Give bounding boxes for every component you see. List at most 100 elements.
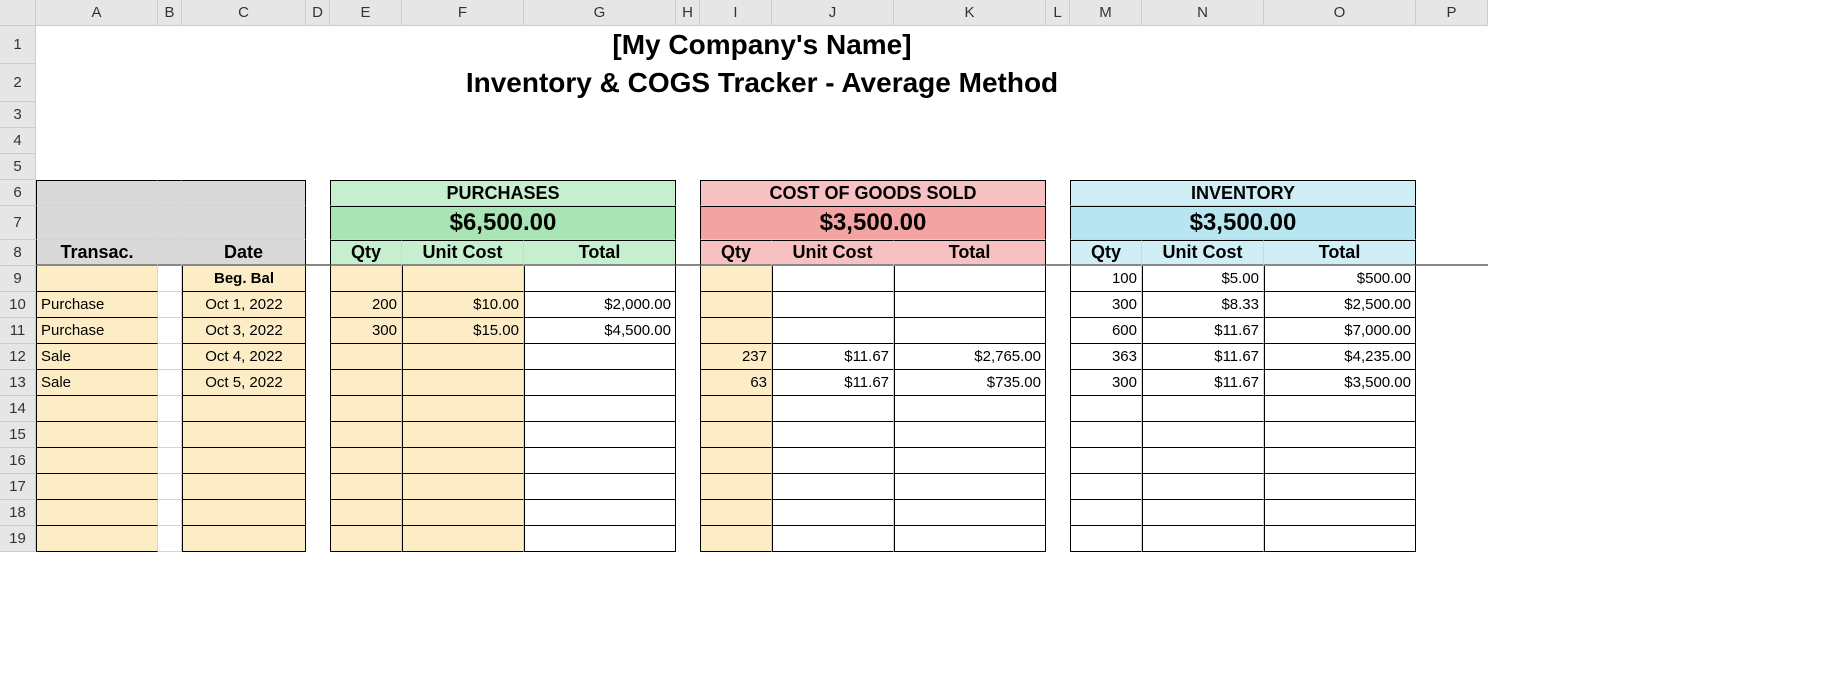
cell[interactable] (306, 266, 330, 292)
cell[interactable] (402, 474, 524, 500)
cell[interactable] (894, 474, 1046, 500)
col-D[interactable]: D (306, 0, 330, 26)
cell[interactable] (36, 422, 158, 448)
cell[interactable] (772, 422, 894, 448)
cell[interactable] (1046, 422, 1070, 448)
c-uc[interactable] (772, 266, 894, 292)
p-qty[interactable]: 200 (330, 292, 402, 318)
col-E[interactable]: E (330, 0, 402, 26)
cell[interactable] (1046, 500, 1070, 526)
cell[interactable] (676, 448, 700, 474)
p-tot[interactable] (524, 370, 676, 396)
date-cell[interactable]: Oct 1, 2022 (182, 292, 306, 318)
cell[interactable] (158, 370, 182, 396)
row-10[interactable]: 10 (0, 292, 36, 318)
i-uc[interactable]: $5.00 (1142, 266, 1264, 292)
p-uc[interactable] (402, 370, 524, 396)
cell[interactable] (306, 474, 330, 500)
cell[interactable] (402, 422, 524, 448)
cell[interactable] (1046, 180, 1070, 206)
cell[interactable] (894, 500, 1046, 526)
cell[interactable] (158, 448, 182, 474)
col-O[interactable]: O (1264, 0, 1416, 26)
cell[interactable] (306, 500, 330, 526)
col-A[interactable]: A (36, 0, 158, 26)
cell[interactable] (1416, 318, 1488, 344)
cell[interactable] (182, 206, 306, 240)
cell[interactable] (1264, 448, 1416, 474)
cell[interactable] (306, 206, 330, 240)
cell[interactable] (1416, 292, 1488, 318)
col-M[interactable]: M (1070, 0, 1142, 26)
cell[interactable] (1416, 448, 1488, 474)
date-cell[interactable]: Oct 5, 2022 (182, 370, 306, 396)
cell[interactable] (772, 526, 894, 552)
cell[interactable] (1046, 292, 1070, 318)
cell[interactable] (1416, 370, 1488, 396)
i-tot[interactable]: $500.00 (1264, 266, 1416, 292)
cell[interactable] (676, 206, 700, 240)
p-uc[interactable] (402, 266, 524, 292)
cell[interactable] (306, 180, 330, 206)
transac-cell[interactable]: Sale (36, 370, 158, 396)
cell[interactable] (676, 292, 700, 318)
transac-cell[interactable] (36, 266, 158, 292)
cell[interactable] (402, 396, 524, 422)
cell[interactable] (158, 318, 182, 344)
cell[interactable] (676, 266, 700, 292)
i-uc[interactable]: $11.67 (1142, 344, 1264, 370)
cell[interactable] (1264, 422, 1416, 448)
cell[interactable] (330, 448, 402, 474)
col-G[interactable]: G (524, 0, 676, 26)
cell[interactable] (1070, 526, 1142, 552)
row-5[interactable]: 5 (0, 154, 36, 180)
cell[interactable] (36, 180, 158, 206)
row-17[interactable]: 17 (0, 474, 36, 500)
cell[interactable] (158, 180, 182, 206)
p-tot[interactable]: $2,000.00 (524, 292, 676, 318)
cell[interactable] (1070, 500, 1142, 526)
cell[interactable] (330, 500, 402, 526)
spreadsheet[interactable]: A B C D E F G H I J K L M N O P 1 [My Co… (0, 0, 1845, 552)
row-16[interactable]: 16 (0, 448, 36, 474)
cell[interactable] (1046, 318, 1070, 344)
cell[interactable] (306, 448, 330, 474)
transac-cell[interactable]: Purchase (36, 318, 158, 344)
row-4[interactable]: 4 (0, 128, 36, 154)
row-13[interactable]: 13 (0, 370, 36, 396)
cell[interactable] (1046, 474, 1070, 500)
col-F[interactable]: F (402, 0, 524, 26)
cell[interactable] (1416, 266, 1488, 292)
cell[interactable] (1416, 344, 1488, 370)
row-8[interactable]: 8 (0, 240, 36, 266)
cell[interactable] (1142, 448, 1264, 474)
cell[interactable] (158, 474, 182, 500)
cell[interactable] (158, 292, 182, 318)
i-uc[interactable]: $11.67 (1142, 370, 1264, 396)
p-uc[interactable]: $10.00 (402, 292, 524, 318)
cell[interactable] (700, 474, 772, 500)
transac-cell[interactable]: Purchase (36, 292, 158, 318)
cell[interactable] (676, 180, 700, 206)
cell[interactable] (1142, 422, 1264, 448)
cell[interactable] (36, 206, 158, 240)
cell[interactable] (1046, 526, 1070, 552)
i-qty[interactable]: 363 (1070, 344, 1142, 370)
cell[interactable] (402, 526, 524, 552)
cell[interactable] (330, 396, 402, 422)
cell[interactable] (182, 396, 306, 422)
cell[interactable] (676, 344, 700, 370)
cell[interactable] (772, 500, 894, 526)
i-tot[interactable]: $2,500.00 (1264, 292, 1416, 318)
col-L[interactable]: L (1046, 0, 1070, 26)
cell[interactable] (402, 448, 524, 474)
row-7[interactable]: 7 (0, 206, 36, 240)
c-qty[interactable] (700, 318, 772, 344)
c-tot[interactable] (894, 266, 1046, 292)
cell[interactable] (158, 240, 182, 266)
c-qty[interactable] (700, 292, 772, 318)
c-tot[interactable] (894, 318, 1046, 344)
c-tot[interactable] (894, 292, 1046, 318)
cell[interactable] (306, 526, 330, 552)
cell[interactable] (306, 292, 330, 318)
